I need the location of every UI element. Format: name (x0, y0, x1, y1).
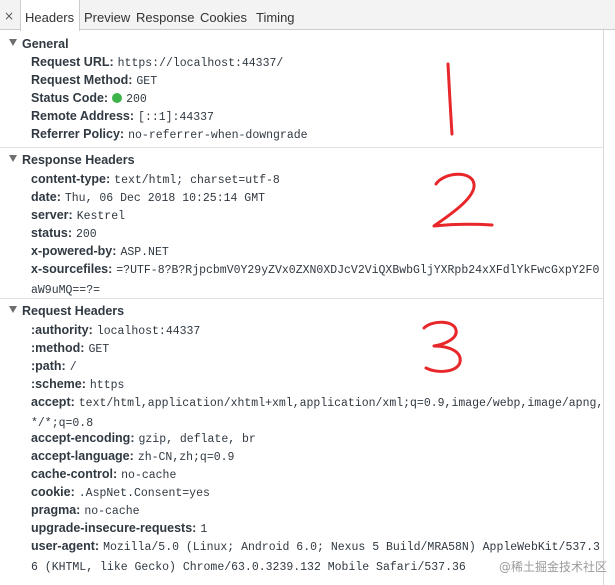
annotation-number-1 (446, 62, 454, 136)
request-header-row: :scheme: https (31, 375, 124, 393)
expand-arrow-icon[interactable] (9, 306, 17, 313)
header-value: no-cache (84, 505, 140, 518)
header-key: :scheme: (31, 377, 86, 391)
request-header-row: cookie: .AspNet.Consent=yes (31, 483, 210, 501)
section-general-title: General (22, 37, 69, 51)
header-value: gzip, deflate, br (138, 433, 256, 446)
header-value: Thu, 06 Dec 2018 10:25:14 GMT (64, 192, 266, 205)
tab-preview[interactable]: Preview (80, 0, 132, 30)
section-divider (0, 147, 603, 148)
header-key: Referrer Policy: (31, 127, 125, 141)
header-key: cookie: (31, 485, 75, 499)
header-key: pragma: (31, 503, 81, 517)
header-key: server: (31, 208, 73, 222)
tab-timing[interactable]: Timing (252, 0, 302, 30)
section-divider (0, 298, 603, 299)
request-header-row: upgrade-insecure-requests: 1 (31, 519, 207, 537)
header-key: :method: (31, 341, 85, 355)
header-value: 1 (200, 523, 208, 536)
expand-arrow-icon[interactable] (9, 155, 17, 162)
response-header-row: x-powered-by: ASP.NET (31, 242, 169, 260)
header-key: Status Code: (31, 91, 109, 105)
header-key: accept: (31, 395, 75, 409)
request-header-row: cache-control: no-cache (31, 465, 176, 483)
request-header-row: accept-language: zh-CN,zh;q=0.9 (31, 447, 234, 465)
header-value: .AspNet.Consent=yes (78, 487, 210, 500)
header-key: Request URL: (31, 55, 114, 69)
header-value: zh-CN,zh;q=0.9 (137, 451, 235, 464)
close-icon[interactable]: × (2, 9, 16, 23)
header-value: ASP.NET (120, 246, 169, 259)
section-general-header[interactable]: General (0, 35, 615, 53)
header-key: x-sourcefiles: (31, 262, 113, 276)
request-header-row: :authority: localhost:44337 (31, 321, 200, 339)
annotation-number-3 (422, 320, 462, 373)
section-request-headers-header[interactable]: Request Headers (0, 302, 615, 320)
header-value: 200 (75, 228, 97, 241)
header-value: GET (136, 75, 158, 88)
header-key: :path: (31, 359, 66, 373)
header-value: text/html,application/xhtml+xml,applicat… (31, 397, 604, 430)
header-key: cache-control: (31, 467, 118, 481)
general-row: Status Code: 200 (31, 89, 147, 107)
tab-response[interactable]: Response (132, 0, 196, 30)
header-key: upgrade-insecure-requests: (31, 521, 197, 535)
header-key: accept-encoding: (31, 431, 135, 445)
header-key: Remote Address: (31, 109, 135, 123)
header-value: localhost:44337 (96, 325, 201, 338)
request-header-row: user-agent: Mozilla/5.0 (Linux; Android 6… (31, 537, 606, 574)
header-value: / (69, 361, 77, 374)
header-key: :authority: (31, 323, 93, 337)
tab-headers[interactable]: Headers (20, 0, 80, 31)
header-value: text/html; charset=utf-8 (114, 174, 280, 187)
general-row: Request URL: https://localhost:44337/ (31, 53, 283, 71)
header-key: date: (31, 190, 61, 204)
section-request-headers-title: Request Headers (22, 304, 125, 318)
request-header-row: accept: text/html,application/xhtml+xml,a… (31, 393, 606, 430)
annotation-number-2 (432, 172, 494, 228)
header-key: x-powered-by: (31, 244, 117, 258)
header-key: content-type: (31, 172, 111, 186)
request-header-row: :path: / (31, 357, 77, 375)
expand-arrow-icon[interactable] (9, 39, 17, 46)
request-header-row: accept-encoding: gzip, deflate, br (31, 429, 256, 447)
request-header-row: :method: GET (31, 339, 109, 357)
header-value: 200 (126, 93, 147, 106)
response-header-row: server: Kestrel (31, 206, 125, 224)
response-header-row: date: Thu, 06 Dec 2018 10:25:14 GMT (31, 188, 265, 206)
response-header-row: status: 200 (31, 224, 97, 242)
header-value: =?UTF-8?B?RjpcbmV0Y29yZVx0ZXN0XDJcV2ViQX… (31, 264, 600, 297)
section-response-headers-header[interactable]: Response Headers (0, 151, 615, 169)
general-row: Request Method: GET (31, 71, 157, 89)
request-header-row: pragma: no-cache (31, 501, 140, 519)
watermark: @稀土掘金技术社区 (498, 560, 607, 574)
general-row: Referrer Policy: no-referrer-when-downgra… (31, 125, 308, 143)
header-value: no-referrer-when-downgrade (128, 129, 308, 142)
header-value: https://localhost:44337/ (117, 57, 284, 70)
header-value: https (89, 379, 125, 392)
header-value: GET (88, 343, 110, 356)
section-response-headers-title: Response Headers (22, 153, 135, 167)
header-value: Kestrel (76, 210, 126, 223)
tab-cookies[interactable]: Cookies (196, 0, 252, 30)
status-ok-icon (112, 93, 123, 103)
response-header-row: x-sourcefiles: =?UTF-8?B?RjpcbmV0Y29yZVx0… (31, 260, 606, 297)
header-value: [::1]:44337 (138, 111, 214, 124)
tab-bar: × Headers Preview Response Cookies Timin… (0, 0, 615, 31)
header-key: user-agent: (31, 539, 100, 553)
general-row: Remote Address: [::1]:44337 (31, 107, 214, 125)
response-header-row: content-type: text/html; charset=utf-8 (31, 170, 280, 188)
header-key: Request Method: (31, 73, 133, 87)
header-value: no-cache (121, 469, 177, 482)
header-key: status: (31, 226, 72, 240)
header-key: accept-language: (31, 449, 134, 463)
